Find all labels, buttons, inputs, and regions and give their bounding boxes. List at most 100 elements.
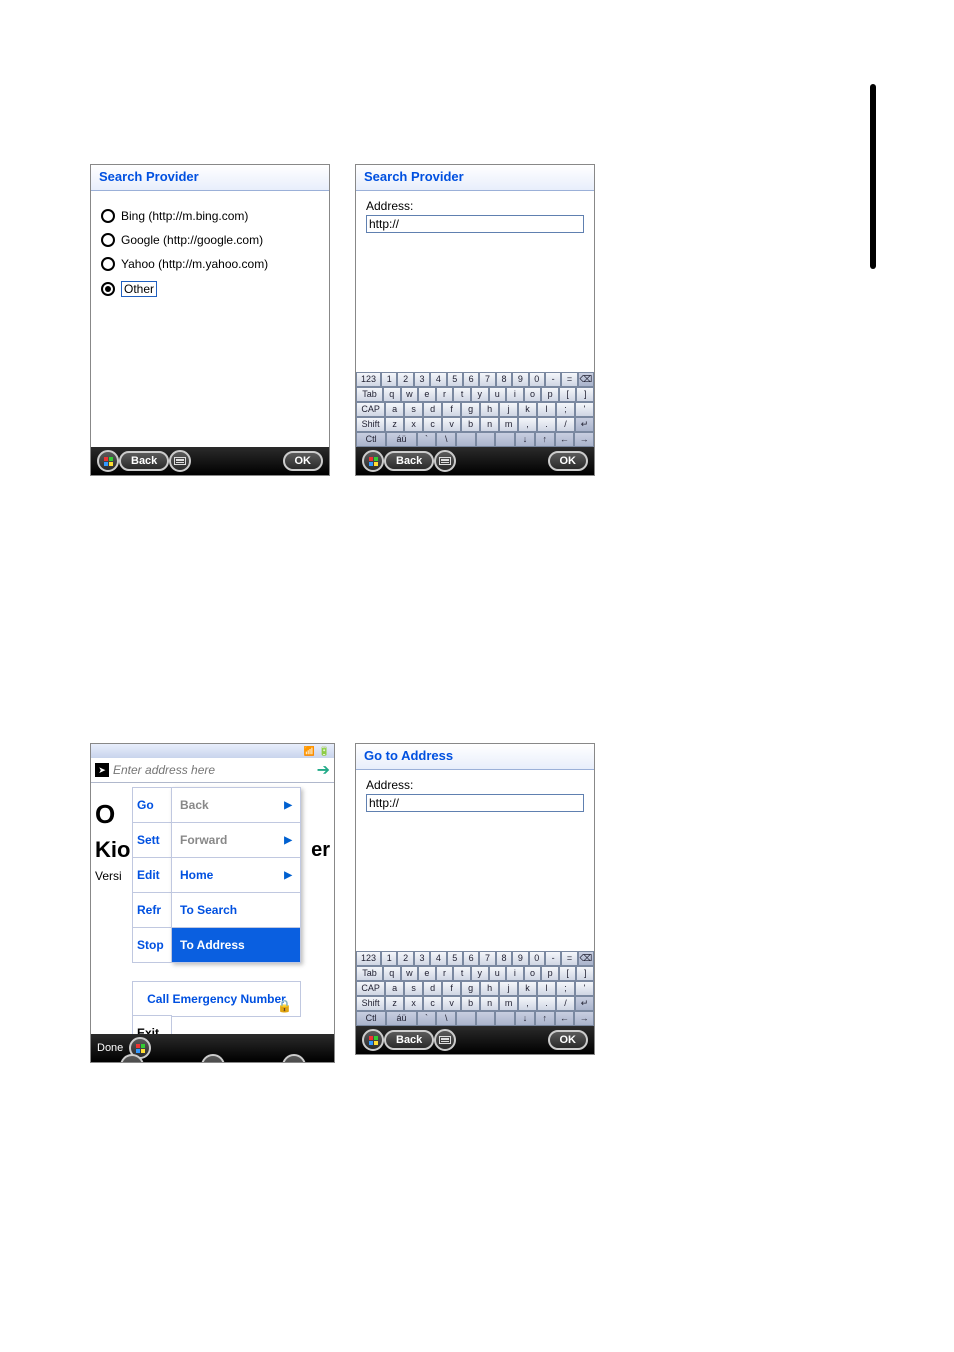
key-5[interactable]: 5 — [447, 951, 463, 966]
key-j[interactable]: j — [499, 402, 518, 417]
key-g[interactable]: g — [461, 981, 480, 996]
radio-yahoo[interactable]: Yahoo (http://m.yahoo.com) — [101, 257, 319, 271]
keyboard-toggle[interactable] — [169, 450, 191, 472]
key-Tab[interactable]: Tab — [356, 387, 383, 402]
key-7[interactable]: 7 — [479, 951, 495, 966]
key-[[interactable]: [ — [559, 966, 577, 981]
ok-button[interactable]: OK — [548, 451, 589, 471]
key-a[interactable]: a — [385, 981, 404, 996]
key-;[interactable]: ; — [556, 981, 575, 996]
key-j[interactable]: j — [499, 981, 518, 996]
submenu-home[interactable]: Home▶ — [171, 857, 301, 892]
key-Tab[interactable]: Tab — [356, 966, 383, 981]
key-;[interactable]: ; — [556, 402, 575, 417]
key-y[interactable]: y — [471, 966, 489, 981]
key-2[interactable]: 2 — [397, 951, 413, 966]
key-z[interactable]: z — [385, 417, 404, 432]
key-→[interactable]: → — [574, 432, 594, 447]
key-e[interactable]: e — [418, 387, 436, 402]
key-.[interactable]: . — [537, 417, 556, 432]
key-0[interactable]: 0 — [529, 372, 545, 387]
key-c[interactable]: c — [423, 996, 442, 1011]
key-r[interactable]: r — [436, 966, 454, 981]
key-space[interactable] — [495, 1011, 515, 1026]
radio-google[interactable]: Google (http://google.com) — [101, 233, 319, 247]
key-9[interactable]: 9 — [512, 372, 528, 387]
key-Shift[interactable]: Shift — [356, 996, 385, 1011]
menu-refresh[interactable]: Refr — [132, 892, 172, 927]
key-n[interactable]: n — [480, 996, 499, 1011]
key-w[interactable]: w — [401, 966, 419, 981]
key-/[interactable]: / — [556, 996, 575, 1011]
start-button[interactable] — [362, 1029, 384, 1051]
key-\[interactable]: \ — [436, 1011, 456, 1026]
key-\[interactable]: \ — [436, 432, 456, 447]
key-8[interactable]: 8 — [496, 372, 512, 387]
key-↵[interactable]: ↵ — [575, 417, 594, 432]
key-s[interactable]: s — [404, 981, 423, 996]
key-s[interactable]: s — [404, 402, 423, 417]
key-,[interactable]: , — [518, 417, 537, 432]
key-t[interactable]: t — [453, 387, 471, 402]
key-c[interactable]: c — [423, 417, 442, 432]
address-input[interactable] — [366, 215, 584, 233]
back-button[interactable]: Back — [119, 451, 169, 471]
keyboard-toggle[interactable] — [434, 1029, 456, 1051]
key-9[interactable]: 9 — [512, 951, 528, 966]
key-0[interactable]: 0 — [529, 951, 545, 966]
key--[interactable]: - — [545, 951, 561, 966]
key-h[interactable]: h — [480, 981, 499, 996]
key-l[interactable]: l — [537, 981, 556, 996]
key-d[interactable]: d — [423, 981, 442, 996]
key-2[interactable]: 2 — [397, 372, 413, 387]
key-'[interactable]: ' — [575, 402, 594, 417]
key-m[interactable]: m — [499, 996, 518, 1011]
address-input[interactable] — [113, 763, 313, 777]
key-z[interactable]: z — [385, 996, 404, 1011]
key--[interactable]: - — [545, 372, 561, 387]
address-input[interactable] — [366, 794, 584, 812]
key-7[interactable]: 7 — [479, 372, 495, 387]
key-t[interactable]: t — [453, 966, 471, 981]
key-k[interactable]: k — [518, 402, 537, 417]
key-q[interactable]: q — [383, 966, 401, 981]
key-i[interactable]: i — [506, 966, 524, 981]
key-][interactable]: ] — [576, 387, 594, 402]
key-↑[interactable]: ↑ — [535, 432, 555, 447]
key-i[interactable]: i — [506, 387, 524, 402]
submenu-to-search[interactable]: To Search — [171, 892, 301, 927]
back-button[interactable]: Back — [384, 451, 434, 471]
key-1[interactable]: 1 — [381, 951, 397, 966]
key-Ctl[interactable]: Ctl — [356, 1011, 386, 1026]
key-←[interactable]: ← — [555, 1011, 575, 1026]
key-x[interactable]: x — [404, 996, 423, 1011]
key-.[interactable]: . — [537, 996, 556, 1011]
key-space[interactable] — [456, 432, 476, 447]
key-f[interactable]: f — [442, 981, 461, 996]
key-space[interactable] — [495, 432, 515, 447]
key-y[interactable]: y — [471, 387, 489, 402]
start-button[interactable] — [362, 450, 384, 472]
on-screen-keyboard-2[interactable]: 1231234567890-=⌫Tabqwertyuiop[]CAPasdfgh… — [356, 372, 594, 447]
key-6[interactable]: 6 — [463, 372, 479, 387]
key-↑[interactable]: ↑ — [535, 1011, 555, 1026]
key-space[interactable] — [476, 432, 496, 447]
key-o[interactable]: o — [524, 966, 542, 981]
key-m[interactable]: m — [499, 417, 518, 432]
key-3[interactable]: 3 — [414, 951, 430, 966]
key-↓[interactable]: ↓ — [515, 432, 535, 447]
key-8[interactable]: 8 — [496, 951, 512, 966]
radio-bing[interactable]: Bing (http://m.bing.com) — [101, 209, 319, 223]
key-/[interactable]: / — [556, 417, 575, 432]
key-u[interactable]: u — [489, 966, 507, 981]
submenu-forward[interactable]: Forward▶ — [171, 822, 301, 857]
key-p[interactable]: p — [541, 387, 559, 402]
key-u[interactable]: u — [489, 387, 507, 402]
key-w[interactable]: w — [401, 387, 419, 402]
key-v[interactable]: v — [442, 417, 461, 432]
key-b[interactable]: b — [461, 417, 480, 432]
key-=[interactable]: = — [561, 951, 577, 966]
key-space[interactable] — [456, 1011, 476, 1026]
key-h[interactable]: h — [480, 402, 499, 417]
ok-button[interactable]: OK — [548, 1030, 589, 1050]
